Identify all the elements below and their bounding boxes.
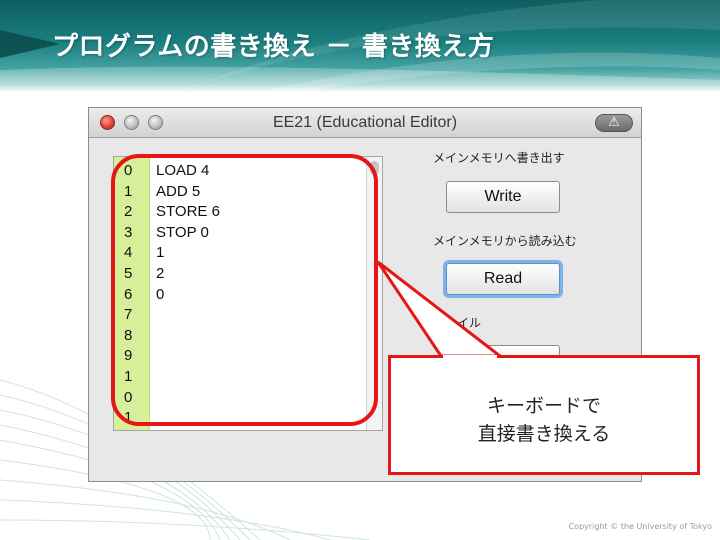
line-number: 1: [124, 409, 133, 427]
code-editor[interactable]: 0 1 2 3 4 5 6 7 8 9 1 0 1 LOAD 4 ADD 5 S…: [113, 156, 383, 431]
line-number: 6: [124, 285, 133, 303]
write-section-label: メインメモリへ書き出す: [433, 151, 565, 165]
code-line[interactable]: ADD 5: [156, 182, 200, 203]
line-number: 9: [124, 347, 133, 365]
code-line[interactable]: STOP 0: [156, 223, 209, 244]
line-number: 1: [124, 182, 133, 200]
code-line[interactable]: 1: [156, 243, 164, 264]
line-number: 2: [124, 203, 133, 221]
read-button[interactable]: Read: [446, 263, 560, 295]
line-number: 3: [124, 223, 133, 241]
line-number: 1: [124, 368, 133, 385]
line-number: 7: [124, 306, 133, 324]
file-section-label: ファイル: [433, 316, 482, 330]
copyright-notice: Copyright © the University of Tokyo: [568, 522, 712, 531]
callout-line-2: 直接書き換える: [477, 423, 611, 445]
window-title: EE21 (Educational Editor): [272, 114, 458, 131]
code-line[interactable]: STORE 6: [156, 202, 220, 223]
code-line[interactable]: LOAD 4: [156, 161, 209, 182]
code-line[interactable]: 2: [156, 264, 164, 285]
window-titlebar[interactable]: EE21 (Educational Editor) ⚠: [89, 108, 641, 138]
code-line[interactable]: 0: [156, 285, 164, 306]
line-number: 4: [124, 244, 133, 262]
line-number-gutter: 0 1 2 3 4 5 6 7 8 9 1 0 1: [114, 157, 150, 430]
scrollbar-thumb[interactable]: [370, 161, 379, 175]
slide-header: プログラムの書き換え － 書き換え方: [0, 0, 720, 92]
callout-box: キーボードで 直接書き換える: [388, 355, 700, 475]
editor-scrollbar[interactable]: [366, 157, 382, 430]
line-number: 0: [124, 388, 133, 406]
line-number: 5: [124, 265, 133, 282]
slide-title: プログラムの書き換え － 書き換え方: [52, 32, 495, 62]
read-section-label: メインメモリから読み込む: [433, 234, 577, 248]
line-number: 8: [124, 326, 133, 344]
callout-line-1: キーボードで: [486, 395, 601, 417]
line-number: 0: [124, 162, 133, 179]
write-button[interactable]: Write: [446, 181, 560, 213]
alert-triangle-icon[interactable]: ⚠: [595, 114, 633, 132]
